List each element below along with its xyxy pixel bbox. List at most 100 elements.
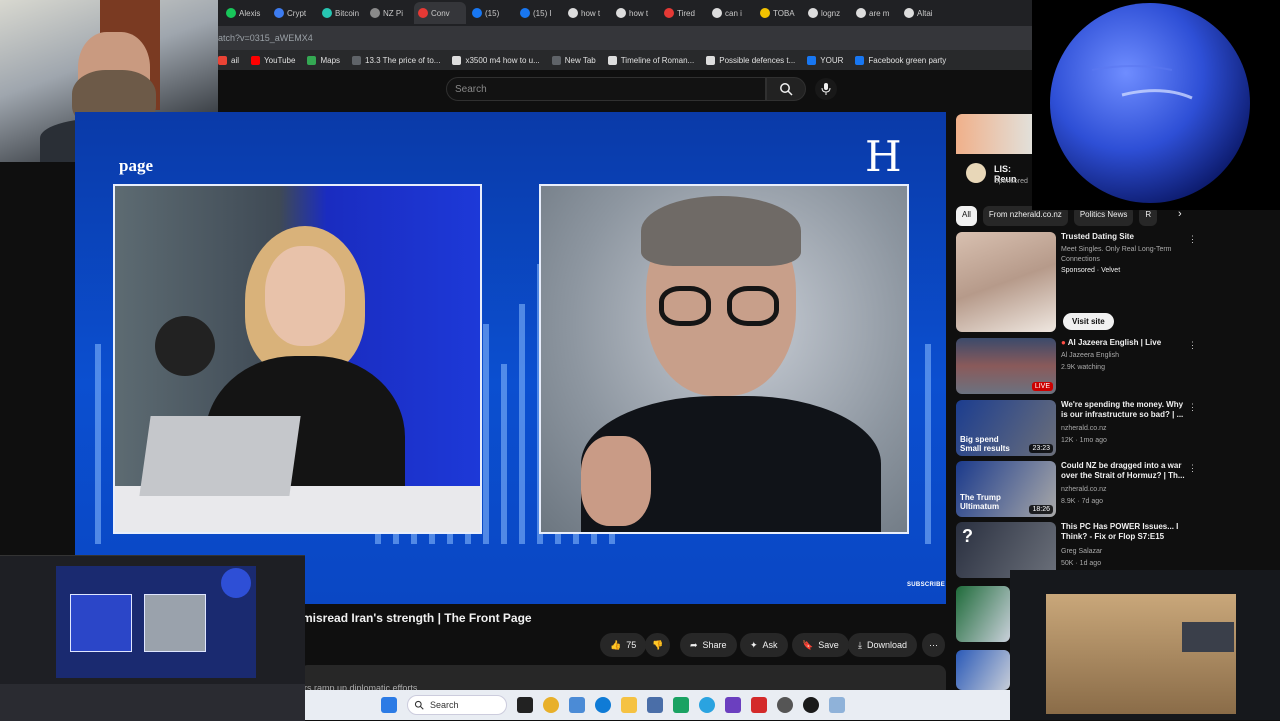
visit-site-button[interactable]: Visit site	[1063, 313, 1114, 330]
description-box[interactable]: rs ramp up diplomatic efforts	[300, 665, 946, 693]
extension-icon[interactable]	[569, 697, 585, 713]
herald-logo: H	[865, 132, 902, 181]
save-button[interactable]: 🔖 Save	[792, 633, 849, 657]
edge-icon[interactable]	[595, 697, 611, 713]
list-item[interactable]: Big spend Small results 23:23 We're spen…	[956, 400, 1206, 458]
dislike-button[interactable]: 👎	[645, 633, 671, 657]
list-item[interactable]: LIVE ● Al Jazeera English | Live Al Jaze…	[956, 338, 1206, 396]
list-item[interactable]: ? This PC Has POWER Issues... I Think? -…	[956, 522, 1206, 578]
more-options-icon[interactable]: ⋮	[1188, 234, 1197, 245]
thumbnail-overlay-text: The Trump Ultimatum	[960, 493, 1001, 511]
microphone-icon	[821, 83, 831, 95]
more-options-icon[interactable]: ⋮	[1188, 402, 1197, 413]
ad-panel[interactable]: LIS: Reun Sponsored	[956, 155, 1032, 193]
taskbar-search-label: Search	[430, 700, 459, 710]
more-actions-button[interactable]: ⋯	[922, 633, 945, 657]
list-item[interactable]: Trusted Dating Site Meet Singles. Only R…	[956, 232, 1206, 334]
app-icon[interactable]	[725, 697, 741, 713]
bookmark-item[interactable]: x3500 m4 how to u...	[452, 55, 540, 65]
thumbnail-overlay-text: Big spend Small results	[960, 435, 1010, 453]
app-icon[interactable]	[751, 697, 767, 713]
bookmark-item[interactable]: New Tab	[551, 55, 596, 65]
browser-tab[interactable]: Alexis	[222, 2, 268, 24]
settings-icon[interactable]	[777, 697, 793, 713]
bookmark-item[interactable]: 13.3 The price of to...	[352, 55, 440, 65]
browser-tab[interactable]: Bitcoin	[318, 2, 364, 24]
bookmark-item[interactable]: Facebook green party	[855, 55, 946, 65]
bookmark-favicon-icon	[607, 55, 617, 65]
file-explorer-icon[interactable]	[621, 697, 637, 713]
ask-button[interactable]: ✦ Ask	[740, 633, 788, 657]
browser-tab[interactable]: (15) I	[516, 2, 562, 24]
bookmark-item[interactable]: YOUR	[807, 55, 843, 65]
obs-icon[interactable]	[803, 697, 819, 713]
bookmark-item[interactable]: Timeline of Roman...	[607, 55, 694, 65]
video-thumbnail: Big spend Small results 23:23	[956, 400, 1056, 456]
bookmark-item[interactable]: ail	[218, 55, 240, 65]
subscribe-overlay[interactable]: SUBSCRIBE	[907, 582, 945, 588]
tab-label: can i	[725, 8, 742, 18]
rec-description: Meet Singles. Only Real Long-Term Connec…	[1061, 246, 1172, 263]
browser-tab[interactable]: NZ Pi	[366, 2, 412, 24]
telegram-icon[interactable]	[699, 697, 715, 713]
tab-label: are m	[869, 8, 890, 18]
start-button-icon[interactable]	[381, 697, 397, 713]
bookmark-item[interactable]: Possible defences t...	[706, 55, 795, 65]
tab-favicon-icon	[856, 8, 866, 18]
address-text: atch?v=0315_aWEMX4	[218, 33, 313, 43]
browser-tab[interactable]: lognz	[804, 2, 850, 24]
app-icon[interactable]	[829, 697, 845, 713]
bookmarks-bar: ail YouTube Maps 13.3 The price of to... x35…	[218, 50, 1032, 70]
browser-tab[interactable]: how t	[564, 2, 610, 24]
address-bar[interactable]: atch?v=0315_aWEMX4	[218, 26, 1032, 50]
neptune-overlay	[1032, 0, 1280, 210]
app-icon[interactable]	[673, 697, 689, 713]
tab-favicon-icon	[226, 8, 236, 18]
search-input[interactable]: Search	[446, 77, 766, 101]
tab-label: lognz	[821, 8, 841, 18]
app-icon[interactable]	[647, 697, 663, 713]
voice-search-button[interactable]	[815, 78, 837, 100]
list-item[interactable]: The Trump Ultimatum 18:26 Could NZ be dr…	[956, 461, 1206, 519]
obs-controls[interactable]	[0, 684, 305, 721]
chip-all[interactable]: All	[956, 206, 977, 226]
browser-tab[interactable]: Crypt	[270, 2, 316, 24]
like-button[interactable]: 👍 75	[600, 633, 647, 657]
more-options-icon[interactable]: ⋮	[1188, 463, 1197, 474]
bookmark-item[interactable]: YouTube	[251, 55, 296, 65]
tab-favicon-icon	[712, 8, 722, 18]
guest-hair	[641, 196, 801, 266]
thumbs-down-icon: 👎	[652, 639, 664, 650]
browser-tab[interactable]: are m	[852, 2, 898, 24]
tab-favicon-icon	[322, 8, 332, 18]
bookmark-label: ail	[231, 55, 240, 65]
video-thumbnail[interactable]	[956, 650, 1010, 690]
ad-banner-image[interactable]	[956, 114, 1032, 154]
save-label: Save	[818, 640, 839, 650]
tab-favicon-icon	[370, 8, 380, 18]
search-button[interactable]	[766, 77, 806, 101]
tab-favicon-icon	[568, 8, 578, 18]
game-webcam	[1182, 622, 1234, 652]
bookmark-label: Maps	[320, 55, 341, 65]
browser-tab[interactable]: Tired	[660, 2, 706, 24]
download-button[interactable]: ⤓ Download	[848, 633, 918, 657]
browser-tab[interactable]: TOBA	[756, 2, 802, 24]
browser-tab[interactable]: Conv	[414, 2, 466, 24]
share-button[interactable]: ➦ Share	[680, 633, 737, 657]
browser-tab[interactable]: can i	[708, 2, 754, 24]
taskbar-search[interactable]: Search	[407, 695, 507, 715]
browser-tab[interactable]: (15)	[468, 2, 514, 24]
task-view-icon[interactable]	[517, 697, 533, 713]
more-options-icon[interactable]: ⋮	[1188, 340, 1197, 351]
tab-label: Altai	[917, 8, 933, 18]
video-thumbnail[interactable]	[956, 586, 1010, 642]
video-thumbnail: LIVE	[956, 338, 1056, 394]
video-player[interactable]: page H SUBSCRIBE	[75, 112, 946, 604]
bookmark-label: YouTube	[264, 55, 296, 65]
rec-meta: 12K · 1mo ago	[1061, 437, 1107, 444]
bookmark-item[interactable]: Maps	[307, 55, 341, 65]
browser-tab[interactable]: how t	[612, 2, 658, 24]
browser-tab[interactable]: Altai	[900, 2, 946, 24]
chrome-icon[interactable]	[543, 697, 559, 713]
